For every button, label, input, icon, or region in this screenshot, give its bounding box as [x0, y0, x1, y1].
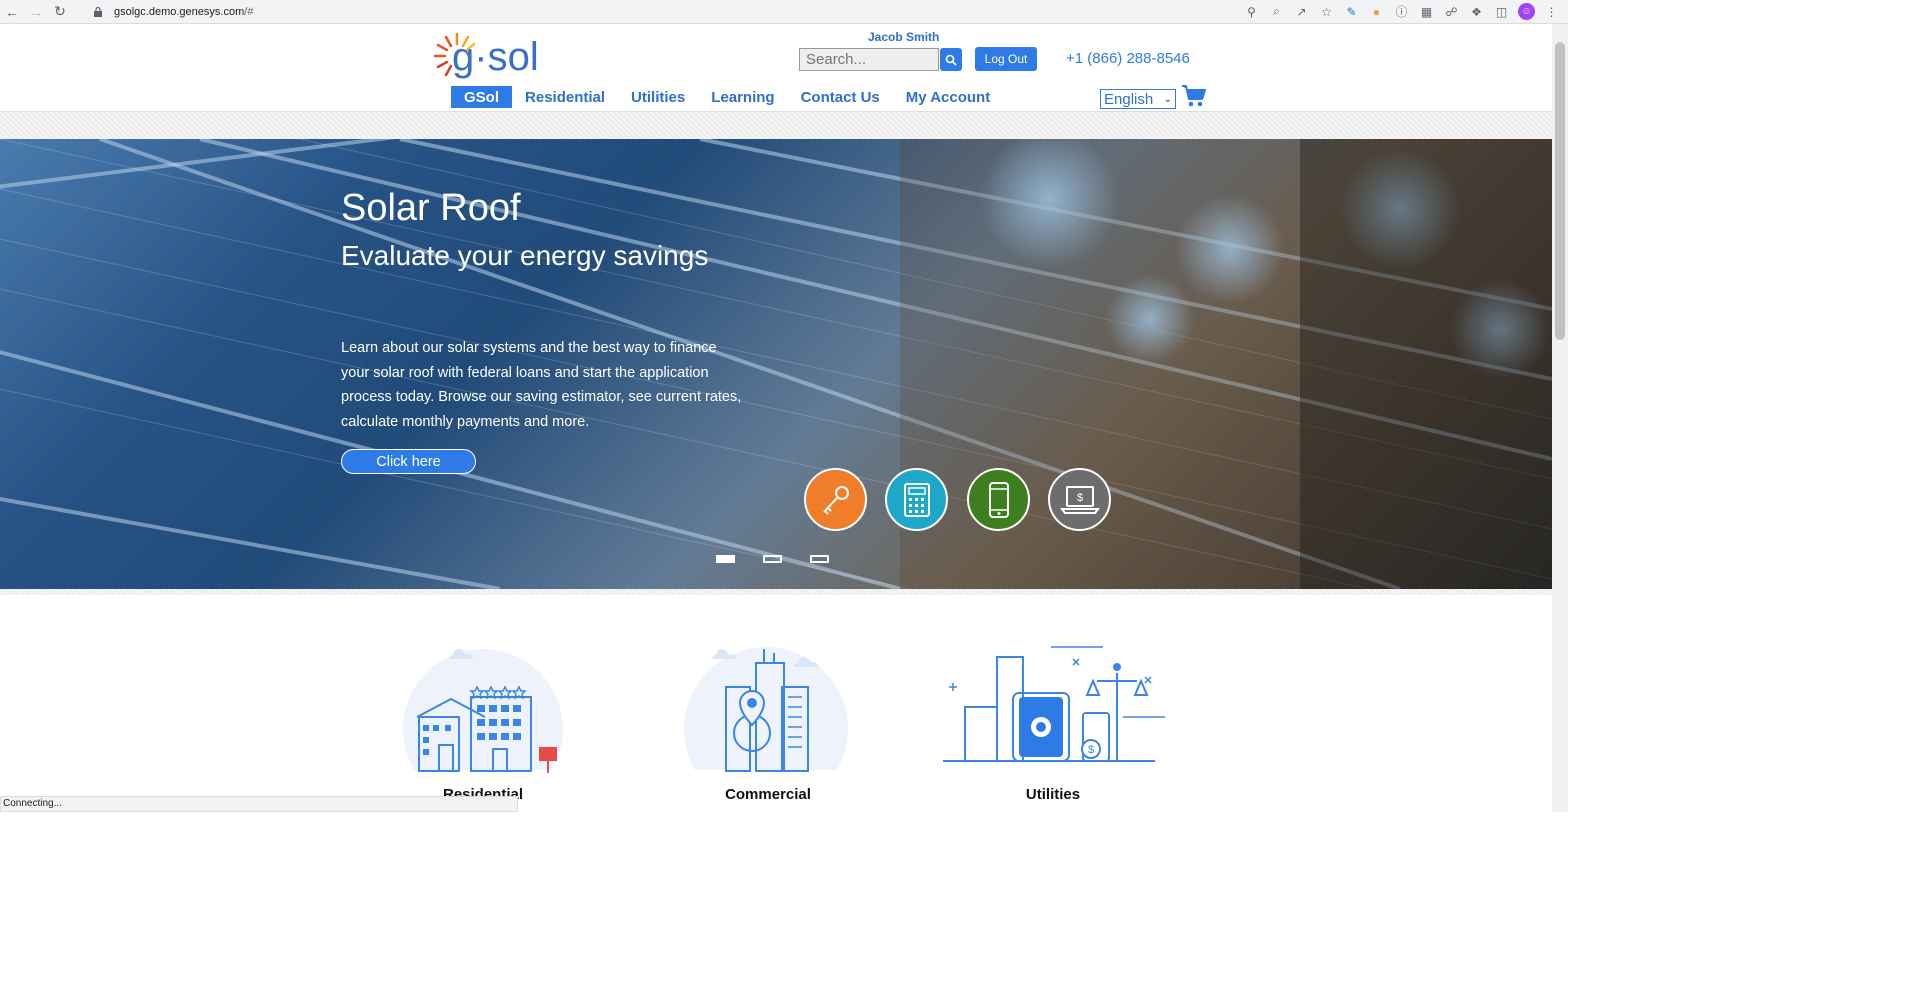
category-commercial[interactable]: Commercial — [648, 637, 888, 812]
category-utilities[interactable]: $ Utilities — [933, 637, 1173, 812]
browser-status-bar: Connecting... — [0, 796, 518, 812]
nav-item-contact-us[interactable]: Contact Us — [788, 86, 893, 108]
zoom-icon[interactable]: ⌕ — [1268, 3, 1285, 20]
svg-text:$: $ — [1088, 744, 1094, 756]
mobile-phone-icon[interactable] — [967, 468, 1030, 531]
hero-subtitle: Evaluate your energy savings — [341, 240, 709, 271]
bookmark-star-icon[interactable]: ☆ — [1318, 3, 1335, 20]
location-icon[interactable]: ⚲ — [1243, 3, 1260, 20]
nav-item-my-account[interactable]: My Account — [893, 86, 1003, 108]
chevron-down-icon: ⌄ — [1163, 93, 1172, 105]
sun-logo-icon: g·sol — [434, 32, 539, 79]
category-commercial-label: Commercial — [725, 786, 811, 803]
svg-text:$: $ — [1076, 492, 1082, 504]
chat-extension-icon[interactable]: ☍ — [1443, 3, 1460, 20]
phone-number[interactable]: +1 (866) 288-8546 — [1066, 50, 1190, 67]
logout-button[interactable]: Log Out — [975, 47, 1037, 71]
site-header: g·sol Jacob Smith Log Out +1 (866) 288-8… — [0, 24, 1552, 112]
nav-item-utilities[interactable]: Utilities — [618, 86, 698, 108]
info-extension-icon[interactable]: ⓘ — [1393, 3, 1410, 20]
logo-text: g·sol — [452, 35, 539, 79]
commercial-city-icon — [648, 647, 888, 811]
hero-title: Solar Roof — [341, 187, 521, 229]
back-arrow-icon[interactable]: ← — [0, 0, 24, 24]
url-path: /# — [244, 6, 254, 18]
extension-pen-icon[interactable]: ✎ — [1343, 3, 1360, 20]
profile-avatar[interactable]: ☺ — [1518, 3, 1535, 20]
key-icon[interactable] — [804, 468, 867, 531]
cookie-icon[interactable]: ● — [1368, 3, 1385, 20]
share-icon[interactable]: ↗ — [1293, 3, 1310, 20]
grid-extension-icon[interactable]: ▦ — [1418, 3, 1435, 20]
utilities-safe-icon: $ — [943, 646, 1165, 762]
search-input[interactable] — [799, 48, 939, 71]
nav-item-learning[interactable]: Learning — [698, 86, 787, 108]
carousel-dot-3[interactable] — [810, 555, 829, 563]
hero-description: Learn about our solar systems and the be… — [341, 340, 742, 430]
category-residential[interactable]: Residential — [363, 637, 603, 812]
sidebar-icon[interactable]: ◫ — [1493, 3, 1510, 20]
page-scrollbar[interactable] — [1552, 24, 1568, 812]
main-nav: GSol Residential Utilities Learning Cont… — [451, 86, 1003, 108]
url-host: gsolgc.demo.genesys.com — [114, 6, 245, 18]
language-select[interactable]: English ⌄ — [1100, 89, 1176, 109]
calculator-icon[interactable] — [885, 468, 948, 531]
decorative-strip-bottom — [0, 589, 1552, 595]
solar-panel-background — [0, 139, 1552, 589]
kebab-menu-icon[interactable]: ⋮ — [1543, 3, 1560, 20]
gsol-logo[interactable]: g·sol — [434, 30, 550, 82]
browser-toolbar: ← → ↻ gsolgc.demo.genesys.com/# ⚲ ⌕ ↗ ☆ … — [0, 0, 1568, 24]
click-here-button[interactable]: Click here — [341, 449, 476, 474]
language-value: English — [1104, 90, 1154, 108]
lock-icon — [94, 6, 102, 17]
decorative-strip — [0, 112, 1552, 139]
nav-item-residential[interactable]: Residential — [512, 86, 618, 108]
search-button[interactable] — [940, 48, 962, 71]
carousel-dot-1[interactable] — [716, 555, 735, 563]
user-name[interactable]: Jacob Smith — [868, 30, 939, 44]
nav-item-gsol[interactable]: GSol — [451, 86, 513, 108]
forward-arrow-icon[interactable]: → — [24, 0, 48, 24]
address-bar[interactable]: gsolgc.demo.genesys.com/# — [84, 2, 1316, 22]
carousel-indicators — [716, 555, 829, 563]
residential-buildings-icon — [363, 649, 603, 809]
carousel-dot-2[interactable] — [763, 555, 782, 563]
hero-banner: Solar Roof Evaluate your energy savings … — [0, 139, 1552, 589]
reload-icon[interactable]: ↻ — [48, 0, 72, 24]
search-icon — [945, 54, 957, 66]
scrollbar-thumb[interactable] — [1555, 42, 1565, 340]
laptop-dollar-icon[interactable]: $ — [1048, 468, 1111, 531]
category-utilities-label: Utilities — [1025, 786, 1081, 803]
shopping-cart-icon[interactable] — [1181, 84, 1207, 108]
puzzle-icon[interactable]: ❖ — [1468, 3, 1485, 20]
